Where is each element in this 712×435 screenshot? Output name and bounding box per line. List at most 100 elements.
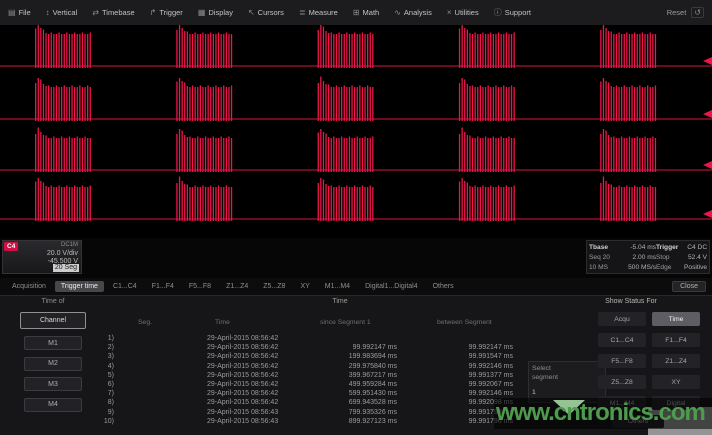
menu-item-support[interactable]: ⓘSupport [494,8,531,17]
tab-z1-z4[interactable]: Z1...Z4 [220,281,254,292]
seg-time: 29-April-2015 08:56:43 [207,409,278,416]
tab-f5-f8[interactable]: F5...F8 [183,281,217,292]
menu-item-cursors[interactable]: ↖Cursors [248,8,284,17]
menu-item-vertical[interactable]: ↕Vertical [46,8,78,17]
close-button[interactable]: Close [672,281,706,292]
timebase-trigger-descriptor[interactable]: Tbase -5.04 ms Trigger C4 DC Seq 20 2.00… [586,240,710,274]
tab-others[interactable]: Others [427,281,460,292]
trigger-icon: ↱ [150,9,157,17]
menu-item-label: Display [208,8,233,17]
time-of-label: Time of [16,298,90,305]
status-button-xy[interactable]: XY [652,375,700,389]
analysis-icon: ∿ [394,9,401,17]
seg-time: 29-April-2015 08:56:42 [207,381,278,388]
status-button-f1-f4[interactable]: F1...F4 [652,333,700,347]
menu-item-file[interactable]: ▤File [8,8,31,17]
show-status-for-label: Show Status For [556,298,706,305]
file-icon: ▤ [8,9,16,17]
measure-icon: ≣ [299,9,306,17]
tab-z5-z8[interactable]: Z5...Z8 [257,281,291,292]
channel-button[interactable]: Channel [20,312,86,329]
between-segment: 99.991377 ms [418,372,513,379]
samples-label: 10 MS [589,264,616,271]
col-header-since: since Segment 1 [320,319,371,326]
reset-icon[interactable]: ↺ [691,7,704,18]
col-header-seg: Seg. [138,319,152,326]
seg-time: 29-April-2015 08:56:42 [207,344,278,351]
tab-trigger-time[interactable]: Trigger time [55,281,104,292]
m2-button[interactable]: M2 [24,357,82,371]
m1-button[interactable]: M1 [24,336,82,350]
since-segment-1: 399.967217 ms [300,372,397,379]
channel-descriptor-c4[interactable]: C4 DC1M 20.0 V/div -45.500 V 20 Seg [2,240,82,274]
menu-item-label: Measure [309,8,338,17]
status-button-z5-z8[interactable]: Z5...Z8 [598,375,646,389]
seg-number: 10) [94,418,114,425]
coupling-label: DC1M [61,242,78,248]
reset-button[interactable]: Reset [667,8,687,17]
seg-number: 6) [94,381,114,388]
since-segment-1: 699.943528 ms [300,399,397,406]
between-segment: 99.992067 ms [418,381,513,388]
status-button-time[interactable]: Time [652,312,700,326]
tab-digital1-digital4[interactable]: Digital1...Digital4 [359,281,424,292]
status-button-acqu[interactable]: Acqu [598,312,646,326]
tab-f1-f4[interactable]: F1...F4 [146,281,180,292]
menu-item-utilities[interactable]: ×Utilities [447,8,479,17]
seg-number: 3) [94,353,114,360]
since-segment-1: 599.951430 ms [300,390,397,397]
seg-number: 8) [94,399,114,406]
menu-item-label: Vertical [53,8,78,17]
descriptor-bar: C4 DC1M 20.0 V/div -45.500 V 20 Seg Tbas… [0,238,712,278]
col-header-time: Time [215,319,230,326]
select-segment-box[interactable]: Select segment 1 [528,361,606,403]
status-button-c1-c4[interactable]: C1...C4 [598,333,646,347]
menu-item-label: Cursors [258,8,284,17]
seq-label: Seq 20 [589,254,616,261]
tab-c1-c4[interactable]: C1...C4 [107,281,143,292]
timebase-icon: ⇄ [92,9,99,17]
menu-item-math[interactable]: ⊞Math [353,8,379,17]
tdiv-value: 2.00 ms [616,254,656,261]
menu-item-analysis[interactable]: ∿Analysis [394,8,432,17]
cursors-icon: ↖ [248,9,255,17]
trigger-source: C4 DC [684,244,707,251]
menu-item-measure[interactable]: ≣Measure [299,8,338,17]
seg-number: 2) [94,344,114,351]
trigger-level: 52.4 V [684,254,707,261]
tab-m1-m4[interactable]: M1...M4 [319,281,356,292]
waveform-display[interactable] [0,25,712,238]
menu-item-label: Trigger [159,8,182,17]
m3-button[interactable]: M3 [24,377,82,391]
segment-count-chip: 20 Seg [53,264,79,272]
select-segment-value: 1 [532,389,602,396]
menu-item-timebase[interactable]: ⇄Timebase [92,8,134,17]
menu-item-label: Support [505,8,531,17]
since-segment-1: 299.975840 ms [300,363,397,370]
tab-acquisition[interactable]: Acquisition [6,281,52,292]
status-button-f5-f8[interactable]: F5...F8 [598,354,646,368]
seg-time: 29-April-2015 08:56:42 [207,390,278,397]
seg-number: 9) [94,409,114,416]
watermark: www.cntronics.com [496,399,705,427]
tab-xy[interactable]: XY [294,281,315,292]
tabs: AcquisitionTrigger timeC1...C4F1...F4F5.… [6,281,460,292]
vertical-icon: ↕ [46,9,50,17]
channel-scale: 20.0 V/div [47,250,78,257]
between-segment: 99.992147 ms [418,344,513,351]
seg-time: 29-April-2015 08:56:42 [207,363,278,370]
m4-button[interactable]: M4 [24,398,82,412]
since-segment-1: 99.992147 ms [300,344,397,351]
tab-bar: AcquisitionTrigger timeC1...C4F1...F4F5.… [0,278,712,296]
menu-item-label: Math [363,8,380,17]
menu-item-trigger[interactable]: ↱Trigger [150,8,183,17]
support-icon: ⓘ [494,9,502,17]
menu-item-label: File [19,8,31,17]
menu-bar: ▤File ↕Vertical ⇄Timebase ↱Trigger ▦Display ↖… [0,0,712,26]
menu-item-label: Utilities [455,8,479,17]
status-button-z1-z4[interactable]: Z1...Z4 [652,354,700,368]
between-segment: 99.992146 ms [418,363,513,370]
since-segment-1: 899.927123 ms [300,418,397,425]
tbase-label: Tbase [589,244,616,251]
menu-item-display[interactable]: ▦Display [198,8,233,17]
